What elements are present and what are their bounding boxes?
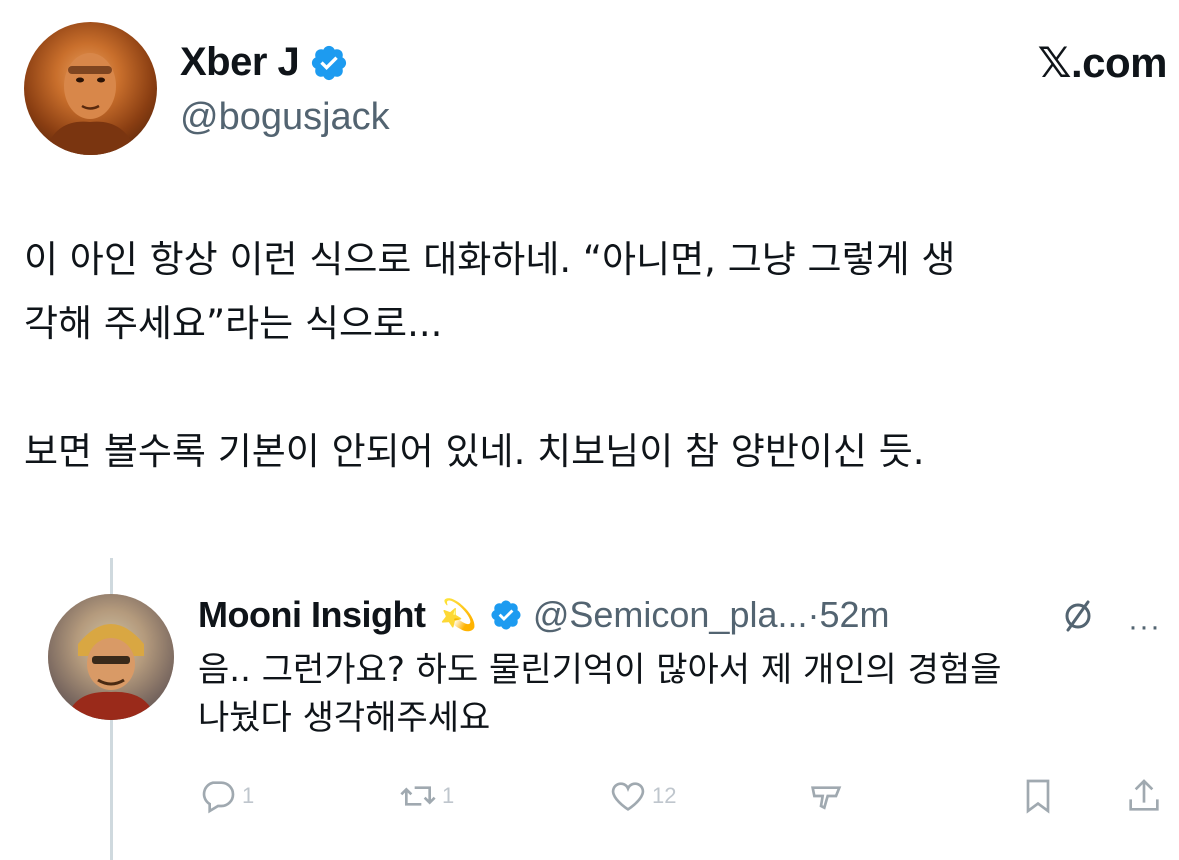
tweet-text: 이 아인 항상 이런 식으로 대화하네. “아니면, 그냥 그렇게 생 각해 주… — [24, 228, 1164, 484]
verified-badge-icon — [312, 45, 347, 80]
author-avatar-image — [44, 53, 137, 155]
tweet-line: 보면 볼수록 기본이 안되어 있네. 치보님이 참 양반이신 듯. — [24, 430, 925, 473]
like-button[interactable]: 12 — [608, 774, 676, 818]
bookmark-icon — [1026, 779, 1050, 814]
reply-separator: · — [807, 594, 820, 635]
reply-avatar[interactable] — [48, 594, 174, 720]
repost-button[interactable]: 1 — [398, 774, 454, 818]
tweet-line: 각해 주세요”라는 식으로... — [24, 302, 443, 345]
share-button[interactable] — [1124, 774, 1164, 818]
reply-icon — [202, 781, 235, 814]
reply-count: 1 — [242, 783, 255, 808]
tweet-line: 이 아인 항상 이런 식으로 대화하네. “아니면, 그냥 그렇게 생 — [24, 238, 956, 281]
verified-badge-icon — [491, 600, 521, 630]
site-label: 𝕏.com — [1037, 39, 1168, 86]
reply-line: 음.. 그런가요? 하도 물린기억이 많아서 제 개인의 경험을 — [198, 650, 1002, 690]
reply-text: 음.. 그런가요? 하도 물린기억이 많아서 제 개인의 경험을 나눴다 생각해… — [198, 646, 1158, 742]
stats-button[interactable] — [806, 774, 846, 818]
like-icon — [611, 782, 645, 811]
grok-icon[interactable] — [1058, 596, 1098, 636]
reply-avatar-image — [48, 594, 174, 720]
stats-icon — [811, 786, 842, 810]
reply-author-name[interactable]: Mooni Insight — [198, 594, 426, 636]
share-icon — [1129, 779, 1159, 811]
reply-line: 나눴다 생각해주세요 — [198, 698, 491, 738]
like-count: 12 — [652, 783, 677, 808]
author-name-text: Xber J — [180, 40, 300, 84]
repost-icon — [400, 786, 436, 806]
dizzy-emoji: 💫 — [439, 598, 477, 632]
bookmark-button[interactable] — [1018, 774, 1058, 818]
reply-author-handle[interactable]: @Semicon_pla... — [533, 594, 808, 636]
reply-header: Mooni Insight 💫 @Semicon_pla... · 52m — [198, 592, 890, 638]
author-name[interactable]: Xber J — [180, 40, 349, 85]
reply-timestamp[interactable]: 52m — [820, 594, 890, 636]
reply-button[interactable]: 1 — [198, 774, 254, 818]
more-icon[interactable]: ··· — [1128, 610, 1161, 644]
author-handle[interactable]: @bogusjack — [180, 96, 390, 139]
author-avatar[interactable] — [24, 22, 157, 155]
repost-count: 1 — [442, 783, 455, 808]
